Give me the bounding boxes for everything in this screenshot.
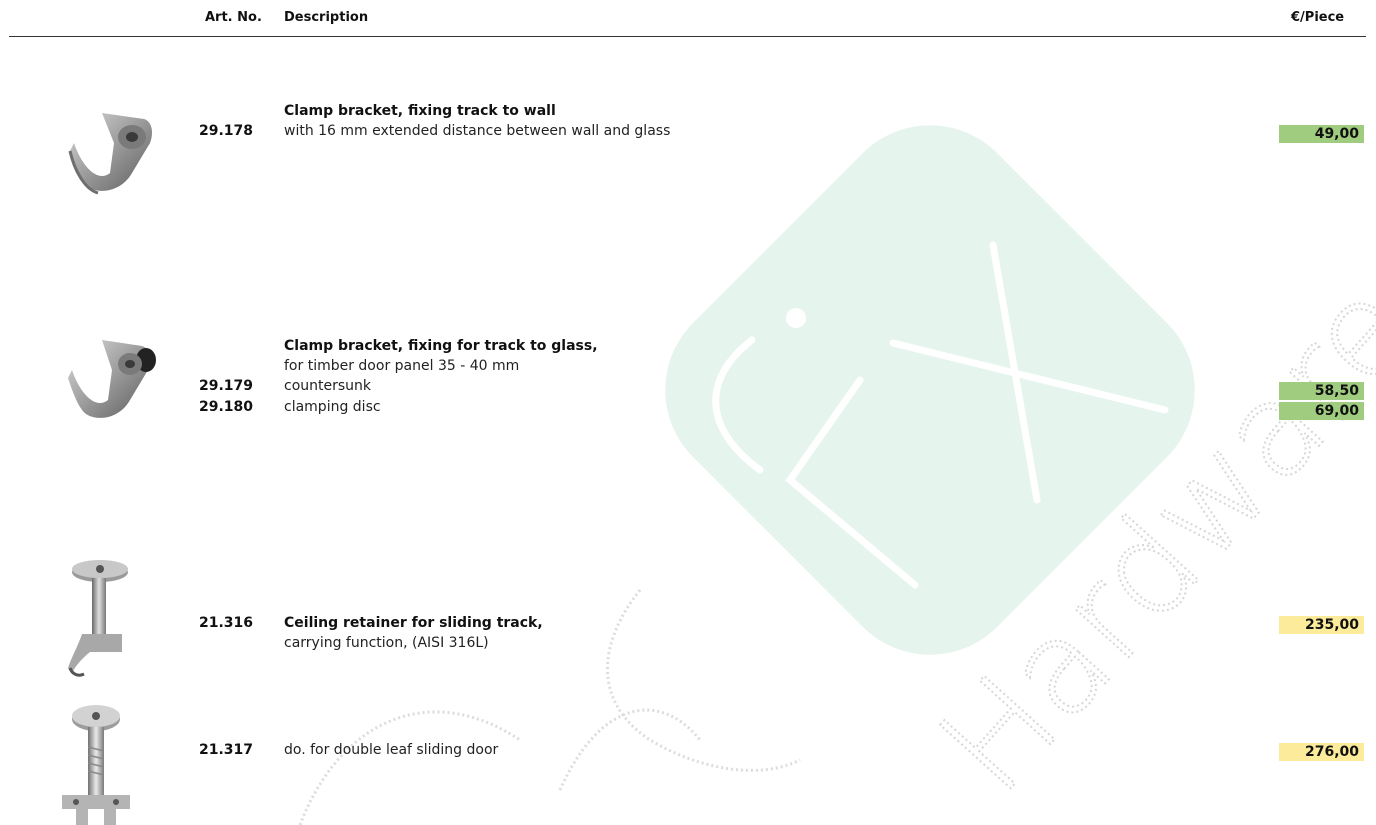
product-title: Ceiling retainer for sliding track, <box>284 615 543 631</box>
product-variant: clamping disc <box>284 399 381 415</box>
price-tag: 49,00 <box>1279 125 1364 143</box>
article-number: 21.317 <box>199 742 254 758</box>
product-description: with 16 mm extended distance between wal… <box>284 123 671 139</box>
price-tag: 69,00 <box>1279 402 1364 420</box>
double-retainer-image <box>62 705 130 825</box>
article-number: 29.179 <box>199 378 254 394</box>
clamp-bracket-glass-image <box>68 340 156 418</box>
article-number: 29.180 <box>199 399 254 415</box>
product-title: Clamp bracket, fixing for track to glass… <box>284 338 598 354</box>
header-description: Description <box>284 10 369 25</box>
article-number: 29.178 <box>199 123 254 139</box>
watermark-text: Hardware <box>910 253 1376 821</box>
price-tag: 276,00 <box>1279 743 1364 761</box>
header-art-no: Art. No. <box>205 10 262 25</box>
product-description: carrying function, (AISI 316L) <box>284 635 489 651</box>
product-variant: countersunk <box>284 378 372 394</box>
product-description: do. for double leaf sliding door <box>284 742 499 758</box>
product-subtitle: for timber door panel 35 - 40 mm <box>284 358 520 374</box>
clamp-bracket-image <box>68 113 152 195</box>
header-price-unit: €/Piece <box>1291 10 1345 25</box>
product-title: Clamp bracket, fixing track to wall <box>284 103 556 119</box>
article-number: 21.316 <box>199 615 254 631</box>
watermark-dot <box>786 308 806 328</box>
price-tag: 58,50 <box>1279 382 1364 400</box>
ceiling-retainer-image <box>68 560 128 677</box>
header-divider <box>9 36 1366 37</box>
price-tag: 235,00 <box>1279 616 1364 634</box>
